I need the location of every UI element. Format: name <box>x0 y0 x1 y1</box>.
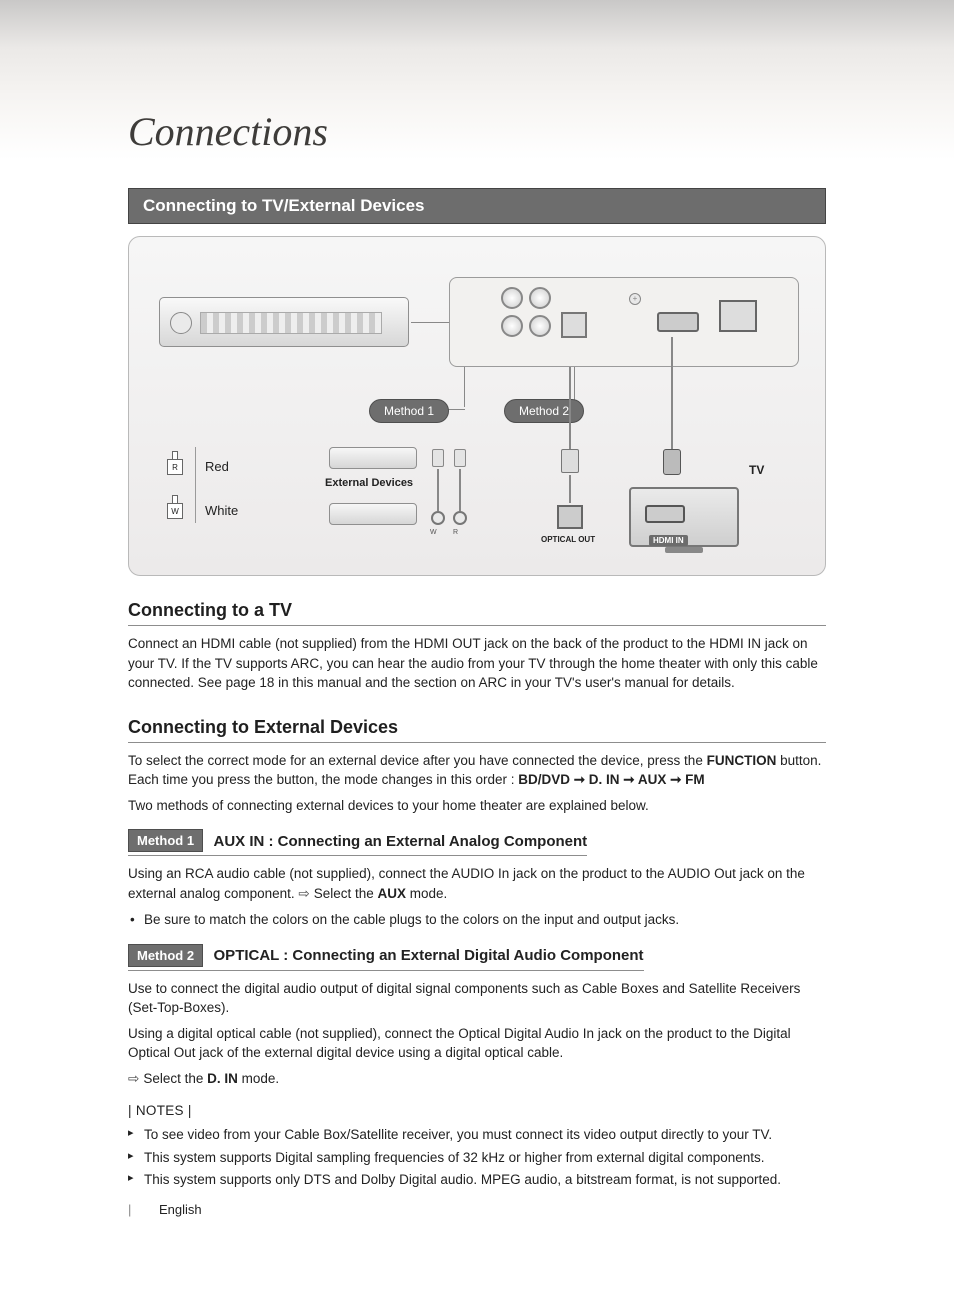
method2-title: OPTICAL : Connecting an External Digital… <box>214 947 644 964</box>
rca-connector-icon <box>432 449 444 467</box>
method2-heading: Method 2 OPTICAL : Connecting an Externa… <box>128 944 826 971</box>
optical-plug-icon <box>561 449 579 473</box>
tv-label: TV <box>749 463 764 477</box>
tv-stand-icon <box>665 547 703 553</box>
callout-line <box>411 322 449 323</box>
aux-jack-icon <box>501 287 523 309</box>
method2-chip: Method 2 <box>128 944 203 967</box>
screw-icon: + <box>629 293 641 305</box>
method2-pill: Method 2 <box>504 399 584 423</box>
rca-plug-icon <box>172 495 178 503</box>
page-footer: | English <box>128 1202 202 1217</box>
paragraph-external-2: Two methods of connecting external devic… <box>128 796 826 816</box>
method1-pill: Method 1 <box>369 399 449 423</box>
text: Select the <box>143 1071 207 1086</box>
cable-line <box>437 469 439 511</box>
din-bold: D. IN <box>207 1071 238 1086</box>
optical-out-label: OPTICAL OUT <box>541 535 595 544</box>
callout-line <box>464 367 465 407</box>
page-title: Connections <box>128 108 328 155</box>
paragraph-connecting-tv: Connect an HDMI cable (not supplied) fro… <box>128 634 826 693</box>
list-item: To see video from your Cable Box/Satelli… <box>128 1124 826 1147</box>
text: Select the <box>314 886 378 901</box>
notes-list: To see video from your Cable Box/Satelli… <box>128 1124 826 1193</box>
rca-red-char: R <box>453 529 458 536</box>
rca-jack-white-icon <box>431 511 445 525</box>
arrow-icon <box>298 886 313 901</box>
arrow-icon <box>128 1071 143 1086</box>
text: Using an RCA audio cable (not supplied),… <box>128 866 805 901</box>
hdmi-port-icon <box>657 312 699 332</box>
rca-connector-icon <box>454 449 466 467</box>
legend-red-label: Red <box>205 459 229 474</box>
subheading-connecting-external: Connecting to External Devices <box>128 717 826 743</box>
external-devices-label: External Devices <box>325 477 413 489</box>
method1-chip: Method 1 <box>128 829 203 852</box>
paragraph-external-1: To select the correct mode for an extern… <box>128 751 826 790</box>
aux-jack-icon <box>529 315 551 337</box>
footer-language: English <box>159 1202 202 1217</box>
footer-divider: | <box>128 1202 131 1217</box>
connection-diagram: + Method 1 Method 2 R W Red White Extern… <box>128 236 826 576</box>
method1-title: AUX IN : Connecting an External Analog C… <box>214 833 588 850</box>
aux-jack-icon <box>529 287 551 309</box>
aux-jack-icon <box>501 315 523 337</box>
hdmi-plug-icon <box>663 449 681 475</box>
rca-plug-red-icon: R <box>167 459 183 475</box>
rca-plug-icon <box>172 451 178 459</box>
method1-heading: Method 1 AUX IN : Connecting an External… <box>128 829 826 856</box>
text: mode. <box>238 1071 279 1086</box>
main-unit-illustration <box>159 297 409 347</box>
aux-bold: AUX <box>377 886 406 901</box>
lan-port-icon <box>719 300 757 332</box>
list-item: This system supports only DTS and Dolby … <box>128 1169 826 1192</box>
list-item: This system supports Digital sampling fr… <box>128 1147 826 1170</box>
subheading-connecting-tv: Connecting to a TV <box>128 600 826 626</box>
hdmi-in-label: HDMI IN <box>649 535 688 546</box>
method2-paragraph-1: Use to connect the digital audio output … <box>128 979 826 1018</box>
rca-plug-white-icon: W <box>167 503 183 519</box>
notes-heading: | NOTES | <box>128 1103 826 1118</box>
cable-line <box>459 469 461 511</box>
page-content: Connecting to TV/External Devices + Meth… <box>0 188 954 1192</box>
optical-port-icon <box>561 312 587 338</box>
legend-divider <box>195 447 196 523</box>
optical-socket-icon <box>557 505 583 529</box>
external-device-icon <box>329 447 417 469</box>
optical-cable-line <box>569 475 571 503</box>
text: mode. <box>406 886 447 901</box>
method2-paragraph-3: Select the D. IN mode. <box>128 1069 826 1089</box>
rca-white-char: W <box>430 529 437 536</box>
method2-paragraph-2: Using a digital optical cable (not suppl… <box>128 1024 826 1063</box>
list-item: Be sure to match the colors on the cable… <box>130 910 826 930</box>
optical-cable-line <box>569 367 571 449</box>
hdmi-cable-line <box>671 337 673 449</box>
method1-bullets: Be sure to match the colors on the cable… <box>128 910 826 930</box>
method1-paragraph: Using an RCA audio cable (not supplied),… <box>128 864 826 903</box>
legend-white-label: White <box>205 503 238 518</box>
rca-jack-red-icon <box>453 511 467 525</box>
hdmi-in-socket-icon <box>645 505 685 523</box>
text: To select the correct mode for an extern… <box>128 753 707 768</box>
mode-chain: BD/DVD ➞ D. IN ➞ AUX ➞ FM <box>518 772 704 787</box>
function-bold: FUNCTION <box>707 753 777 768</box>
section-heading-bar: Connecting to TV/External Devices <box>128 188 826 224</box>
external-device-icon <box>329 503 417 525</box>
header-gradient: Connections <box>0 0 954 160</box>
